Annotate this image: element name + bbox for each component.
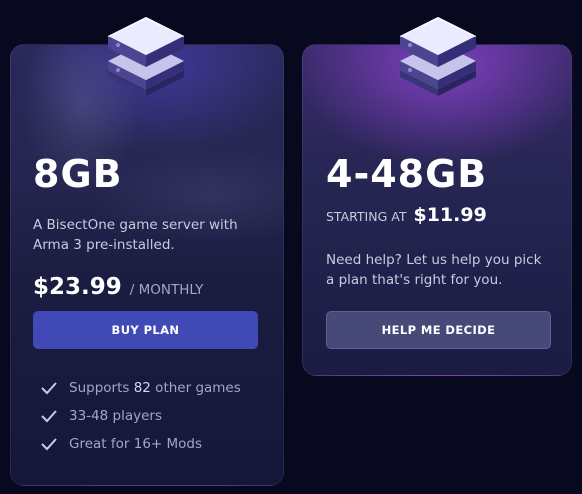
plan-price: $23.99 / MONTHLY bbox=[33, 274, 203, 300]
feature-text: Great for 16+ Mods bbox=[69, 436, 203, 452]
price-amount: $23.99 bbox=[33, 274, 122, 300]
starting-price: $11.99 bbox=[413, 204, 487, 226]
plan-description: A BisectOne game server with Arma 3 pre-… bbox=[33, 217, 238, 253]
price-period: / MONTHLY bbox=[129, 282, 204, 298]
check-icon bbox=[41, 382, 57, 395]
help-me-decide-button[interactable]: HELP ME DECIDE bbox=[326, 311, 551, 349]
plan-size-title: 4-48GB bbox=[326, 152, 488, 196]
server-stack-icon bbox=[108, 17, 184, 96]
buy-plan-button[interactable]: BUY PLAN bbox=[33, 311, 258, 349]
server-stack-icon bbox=[400, 17, 476, 96]
plan-size-title: 8GB bbox=[33, 152, 123, 196]
feature-text: 33-48 players bbox=[69, 408, 162, 424]
starting-price-line: STARTING AT $11.99 bbox=[326, 204, 487, 226]
feature-text: Supports 82 other games bbox=[69, 380, 241, 396]
feature-item: Great for 16+ Mods bbox=[40, 436, 202, 452]
check-icon bbox=[41, 438, 57, 451]
starting-label: STARTING AT bbox=[326, 209, 407, 224]
check-icon bbox=[41, 410, 57, 423]
feature-item: 33-48 players bbox=[40, 408, 162, 424]
help-text: Need help? Let us help you pick a plan t… bbox=[326, 252, 542, 288]
feature-item: Supports 82 other games bbox=[40, 380, 241, 396]
